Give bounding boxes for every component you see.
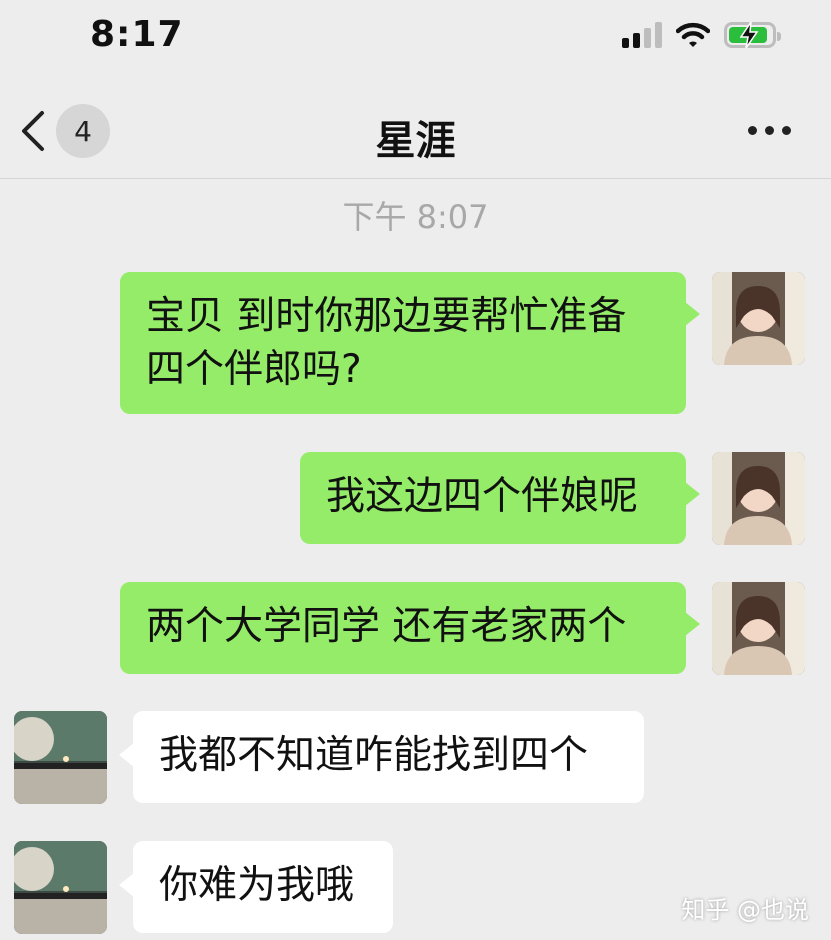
battery-charging-icon [724,22,781,48]
watermark: 知乎 @也说 [681,896,809,924]
chat-title: 星涯 [375,118,456,164]
status-bar: 8:17 [0,0,831,80]
chat-header: 4 星涯 [0,88,831,179]
chevron-left-icon [22,111,44,151]
message-timestamp: 下午 8:07 [342,198,489,236]
wifi-icon [676,22,710,48]
unread-count-badge: 4 [56,104,110,158]
my-avatar[interactable] [712,452,805,545]
back-button[interactable]: 4 [18,104,110,158]
signal-bars-icon [622,22,662,48]
outgoing-message-bubble[interactable]: 我这边四个伴娘呢 [300,452,700,544]
my-avatar[interactable] [712,582,805,675]
incoming-message-bubble[interactable]: 你难为我哦 [119,841,393,933]
outgoing-message-bubble[interactable]: 两个大学同学 还有老家两个 [120,582,700,674]
more-dots-icon [748,126,757,135]
more-options-button[interactable] [748,126,791,135]
contact-avatar[interactable] [14,841,107,934]
status-time: 8:17 [90,14,184,55]
contact-avatar[interactable] [14,711,107,804]
my-avatar[interactable] [712,272,805,365]
incoming-message-bubble[interactable]: 我都不知道咋能找到四个 [119,711,644,803]
status-icons [622,22,781,48]
outgoing-message-bubble[interactable]: 宝贝 到时你那边要帮忙准备 四个伴郎吗? [120,272,700,414]
